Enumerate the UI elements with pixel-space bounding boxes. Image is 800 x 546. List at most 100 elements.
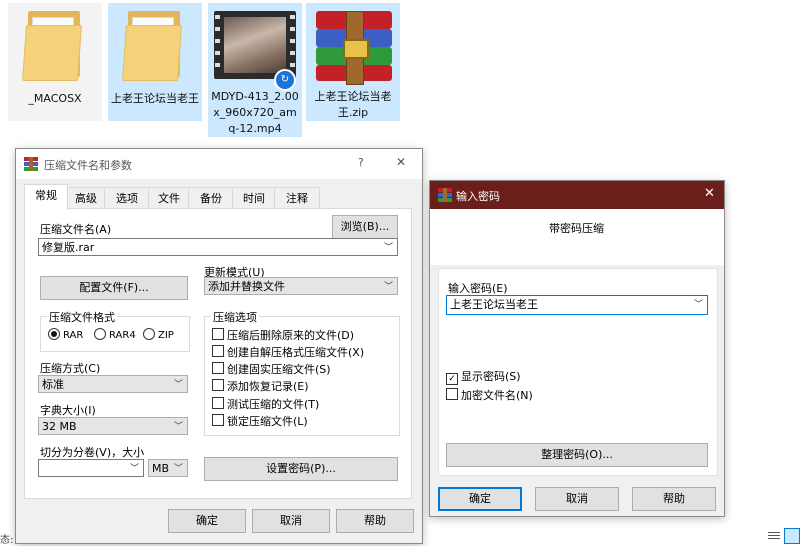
split-volume-input[interactable]: ﹀ (38, 459, 144, 477)
winrar-icon (438, 188, 452, 202)
header-panel (430, 209, 724, 265)
option-solid[interactable]: 创建固实压缩文件(S) (212, 362, 331, 377)
radio-dot-icon (143, 328, 155, 340)
password-input[interactable]: 上老王论坛当老王 ﹀ (446, 295, 708, 315)
checkbox-icon (212, 328, 224, 340)
browse-button[interactable]: 浏览(B)... (332, 215, 398, 239)
status-text: 态: (0, 535, 14, 546)
password-value: 上老王论坛当老王 (450, 298, 538, 311)
chevron-down-icon: ﹀ (173, 380, 183, 390)
title-bar: 输入密码 ✕ (430, 181, 724, 209)
winrar-archive-icon (316, 9, 392, 85)
checkmark-icon: ✓ (446, 373, 458, 385)
method-select[interactable]: 标准 ﹀ (38, 375, 188, 393)
details-view-icon[interactable] (768, 531, 780, 541)
tiles-view-icon[interactable] (784, 528, 800, 544)
checkbox-icon (212, 379, 224, 391)
archive-format-title: 压缩文件格式 (47, 309, 117, 325)
sync-badge-icon: ↻ (274, 69, 296, 91)
tab-options[interactable]: 选项 (104, 187, 150, 209)
option-recovery[interactable]: 添加恢复记录(E) (212, 379, 309, 394)
chevron-down-icon: ﹀ (383, 282, 393, 292)
option-label: 压缩后删除原来的文件(D) (227, 329, 355, 342)
radio-dot-icon (48, 328, 60, 340)
close-icon[interactable]: ✕ (704, 186, 715, 201)
dialog-title: 输入密码 (456, 190, 500, 203)
format-radio-rar[interactable]: RAR (48, 328, 83, 343)
format-label: RAR (63, 330, 84, 341)
option-label: 添加恢复记录(E) (227, 380, 309, 393)
tab-time[interactable]: 时间 (232, 187, 276, 209)
option-label: 测试压缩的文件(T) (227, 398, 320, 411)
help-button[interactable]: 帮助 (336, 509, 414, 533)
desktop-item-label: 上老王论坛当老王.zip (314, 90, 392, 119)
chevron-down-icon: ﹀ (173, 464, 183, 474)
ok-button[interactable]: 确定 (168, 509, 246, 533)
cancel-button[interactable]: 取消 (535, 487, 619, 511)
desktop-item-macosx[interactable]: _MACOSX (8, 3, 102, 121)
set-password-button[interactable]: 设置密码(P)... (204, 457, 398, 481)
option-test[interactable]: 测试压缩的文件(T) (212, 397, 319, 412)
archive-name-value: 修复版.rar (42, 241, 95, 254)
tab-backup[interactable]: 备份 (188, 187, 234, 209)
checkbox-icon (212, 397, 224, 409)
method-value: 标准 (42, 378, 64, 391)
desktop-item-label: 上老王论坛当老王 (111, 92, 199, 105)
format-radio-rar4[interactable]: RAR4 (94, 328, 136, 343)
archive-name-combo[interactable]: 修复版.rar ﹀ (38, 238, 398, 256)
tab-files[interactable]: 文件 (148, 187, 190, 209)
checkbox-icon (212, 414, 224, 426)
dictionary-label: 字典大小(I) (40, 404, 96, 417)
option-label: 创建自解压格式压缩文件(X) (227, 346, 365, 359)
format-label: RAR4 (109, 330, 136, 341)
desktop-item-zip[interactable]: 上老王论坛当老王.zip (306, 3, 400, 121)
encrypt-names-checkbox[interactable]: 加密文件名(N) (446, 388, 533, 403)
desktop-item-folder[interactable]: 上老王论坛当老王 (108, 3, 202, 121)
desktop-item-label: MDYD-413_2.00x_960x720_amq-12.mp4 (211, 90, 299, 135)
option-sfx[interactable]: 创建自解压格式压缩文件(X) (212, 345, 364, 360)
split-unit-select[interactable]: MB ﹀ (148, 459, 188, 477)
chevron-down-icon: ﹀ (383, 243, 393, 253)
profiles-button[interactable]: 配置文件(F)... (40, 276, 188, 300)
dictionary-select[interactable]: 32 MB ﹀ (38, 417, 188, 435)
winrar-icon (24, 157, 38, 171)
update-mode-value: 添加并替换文件 (208, 280, 285, 293)
checkbox-label: 显示密码(S) (461, 370, 521, 383)
tab-comment[interactable]: 注释 (274, 187, 320, 209)
split-unit-value: MB (152, 462, 170, 475)
option-label: 创建固实压缩文件(S) (227, 363, 331, 376)
password-heading: 带密码压缩 (549, 222, 604, 235)
chevron-down-icon: ﹀ (129, 464, 139, 474)
update-mode-select[interactable]: 添加并替换文件 ﹀ (204, 277, 398, 295)
chevron-down-icon: ﹀ (173, 422, 183, 432)
checkbox-icon (212, 362, 224, 374)
checkbox-label: 加密文件名(N) (461, 389, 533, 402)
method-label: 压缩方式(C) (40, 362, 101, 375)
help-button[interactable]: 帮助 (632, 487, 716, 511)
archive-name-label: 压缩文件名(A) (40, 223, 112, 236)
cancel-button[interactable]: 取消 (252, 509, 330, 533)
format-label: ZIP (158, 330, 174, 341)
dialog-title: 压缩文件名和参数 (44, 159, 132, 172)
show-password-checkbox[interactable]: ✓ 显示密码(S) (446, 370, 521, 385)
desktop-item-video[interactable]: ↻ MDYD-413_2.00x_960x720_amq-12.mp4 (208, 3, 302, 137)
ok-button[interactable]: 确定 (438, 487, 522, 511)
format-radio-zip[interactable]: ZIP (143, 328, 174, 343)
checkbox-icon (212, 345, 224, 357)
option-label: 锁定压缩文件(L) (227, 415, 308, 428)
chevron-down-icon: ﹀ (693, 300, 703, 310)
title-bar: 压缩文件名和参数 ? ✕ (16, 149, 422, 179)
close-icon[interactable]: ✕ (396, 155, 406, 169)
tab-advanced[interactable]: 高级 (66, 187, 106, 209)
split-volume-label: 切分为分卷(V)，大小 (40, 446, 145, 459)
dictionary-value: 32 MB (42, 420, 77, 433)
desktop-item-label: _MACOSX (28, 92, 82, 105)
option-lock[interactable]: 锁定压缩文件(L) (212, 414, 308, 429)
option-delete-after[interactable]: 压缩后删除原来的文件(D) (212, 328, 354, 343)
checkbox-icon (446, 388, 458, 400)
compression-options-title: 压缩选项 (211, 309, 259, 325)
tab-general[interactable]: 常规 (24, 184, 68, 210)
organize-passwords-button[interactable]: 整理密码(O)... (446, 443, 708, 467)
password-label: 输入密码(E) (448, 282, 508, 295)
help-icon[interactable]: ? (358, 156, 364, 169)
